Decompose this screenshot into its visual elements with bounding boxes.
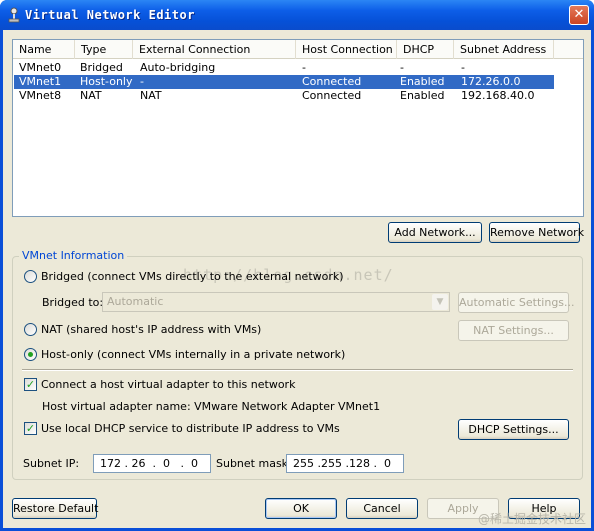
subnet-mask-label: Subnet mask: <box>216 457 292 470</box>
row-name: VMnet1 <box>19 75 62 88</box>
row-subnet: - <box>461 61 465 74</box>
cancel-button[interactable]: Cancel <box>346 498 418 519</box>
bridged-to-value: Automatic <box>107 295 164 308</box>
vmnet-information-title: VMnet Information <box>19 249 128 262</box>
row-host: - <box>302 61 306 74</box>
column-header-subnet-address[interactable]: Subnet Address <box>454 40 554 59</box>
nat-settings-button: NAT Settings... <box>458 320 569 341</box>
list-header: Name Type External Connection Host Conne… <box>13 40 583 59</box>
subnet-ip-label: Subnet IP: <box>23 457 80 470</box>
adapter-name-text: Host virtual adapter name: VMware Networ… <box>42 400 381 413</box>
nat-radio-label[interactable]: NAT (shared host's IP address with VMs) <box>41 323 261 336</box>
bridged-radio-label[interactable]: Bridged (connect VMs directly to the ext… <box>41 270 344 283</box>
network-list[interactable]: Name Type External Connection Host Conne… <box>12 39 584 217</box>
row-host: Connected <box>302 75 362 88</box>
ok-button[interactable]: OK <box>265 498 337 519</box>
chevron-down-icon: ▼ <box>432 294 448 310</box>
title-bar[interactable]: Virtual Network Editor ✕ <box>0 0 594 30</box>
connect-adapter-checkbox[interactable]: ✓ <box>24 378 37 391</box>
row-dhcp: Enabled <box>400 75 445 88</box>
row-external: NAT <box>140 89 162 102</box>
nat-radio[interactable] <box>24 323 37 336</box>
row-name: VMnet8 <box>19 89 62 102</box>
column-header-dhcp[interactable]: DHCP <box>397 40 454 59</box>
close-button[interactable]: ✕ <box>569 5 589 25</box>
row-dhcp: - <box>400 61 404 74</box>
row-dhcp: Enabled <box>400 89 445 102</box>
restore-default-button[interactable]: Restore Default <box>12 498 98 519</box>
dialog-client-area: Name Type External Connection Host Conne… <box>3 30 591 528</box>
table-row-selected[interactable]: VMnet1 Host-only - Connected Enabled 172… <box>14 75 554 89</box>
dialog-window: Virtual Network Editor ✕ Name Type Exter… <box>0 0 594 531</box>
column-header-host-connection[interactable]: Host Connection <box>296 40 397 59</box>
row-subnet: 172.26.0.0 <box>461 75 521 88</box>
row-subnet: 192.168.40.0 <box>461 89 535 102</box>
remove-network-button[interactable]: Remove Network <box>489 222 584 243</box>
row-external: Auto-bridging <box>140 61 216 74</box>
row-name: VMnet0 <box>19 61 62 74</box>
automatic-settings-button: Automatic Settings... <box>458 292 575 313</box>
table-row[interactable]: VMnet8 NAT NAT Connected Enabled 192.168… <box>14 89 554 103</box>
column-header-type[interactable]: Type <box>75 40 133 59</box>
add-network-button[interactable]: Add Network... <box>388 222 482 243</box>
bridged-to-label: Bridged to: <box>42 296 104 309</box>
connect-adapter-label[interactable]: Connect a host virtual adapter to this n… <box>41 378 295 391</box>
row-type: NAT <box>80 89 102 102</box>
separator <box>22 369 573 371</box>
corner-watermark: @稀土掘金技术社区 <box>478 512 587 526</box>
row-type: Bridged <box>80 61 123 74</box>
dhcp-settings-button[interactable]: DHCP Settings... <box>458 419 569 440</box>
column-header-name[interactable]: Name <box>13 40 75 59</box>
vmnet-information-group <box>12 256 583 480</box>
bridged-radio[interactable] <box>24 270 37 283</box>
table-row[interactable]: VMnet0 Bridged Auto-bridging - - - <box>14 61 554 75</box>
row-type: Host-only <box>80 75 133 88</box>
row-external: - <box>140 75 144 88</box>
host-only-radio[interactable] <box>24 348 37 361</box>
network-app-icon <box>8 7 20 23</box>
column-header-external-connection[interactable]: External Connection <box>133 40 296 59</box>
window-title: Virtual Network Editor <box>25 8 195 22</box>
row-host: Connected <box>302 89 362 102</box>
dhcp-checkbox[interactable]: ✓ <box>24 422 37 435</box>
dhcp-label[interactable]: Use local DHCP service to distribute IP … <box>41 422 340 435</box>
bridged-to-select: Automatic ▼ <box>102 292 450 312</box>
subnet-ip-input[interactable]: 172 . 26 . 0 . 0 <box>93 454 211 473</box>
host-only-radio-label[interactable]: Host-only (connect VMs internally in a p… <box>41 348 345 361</box>
subnet-mask-input[interactable]: 255 .255 .128 . 0 <box>286 454 404 473</box>
